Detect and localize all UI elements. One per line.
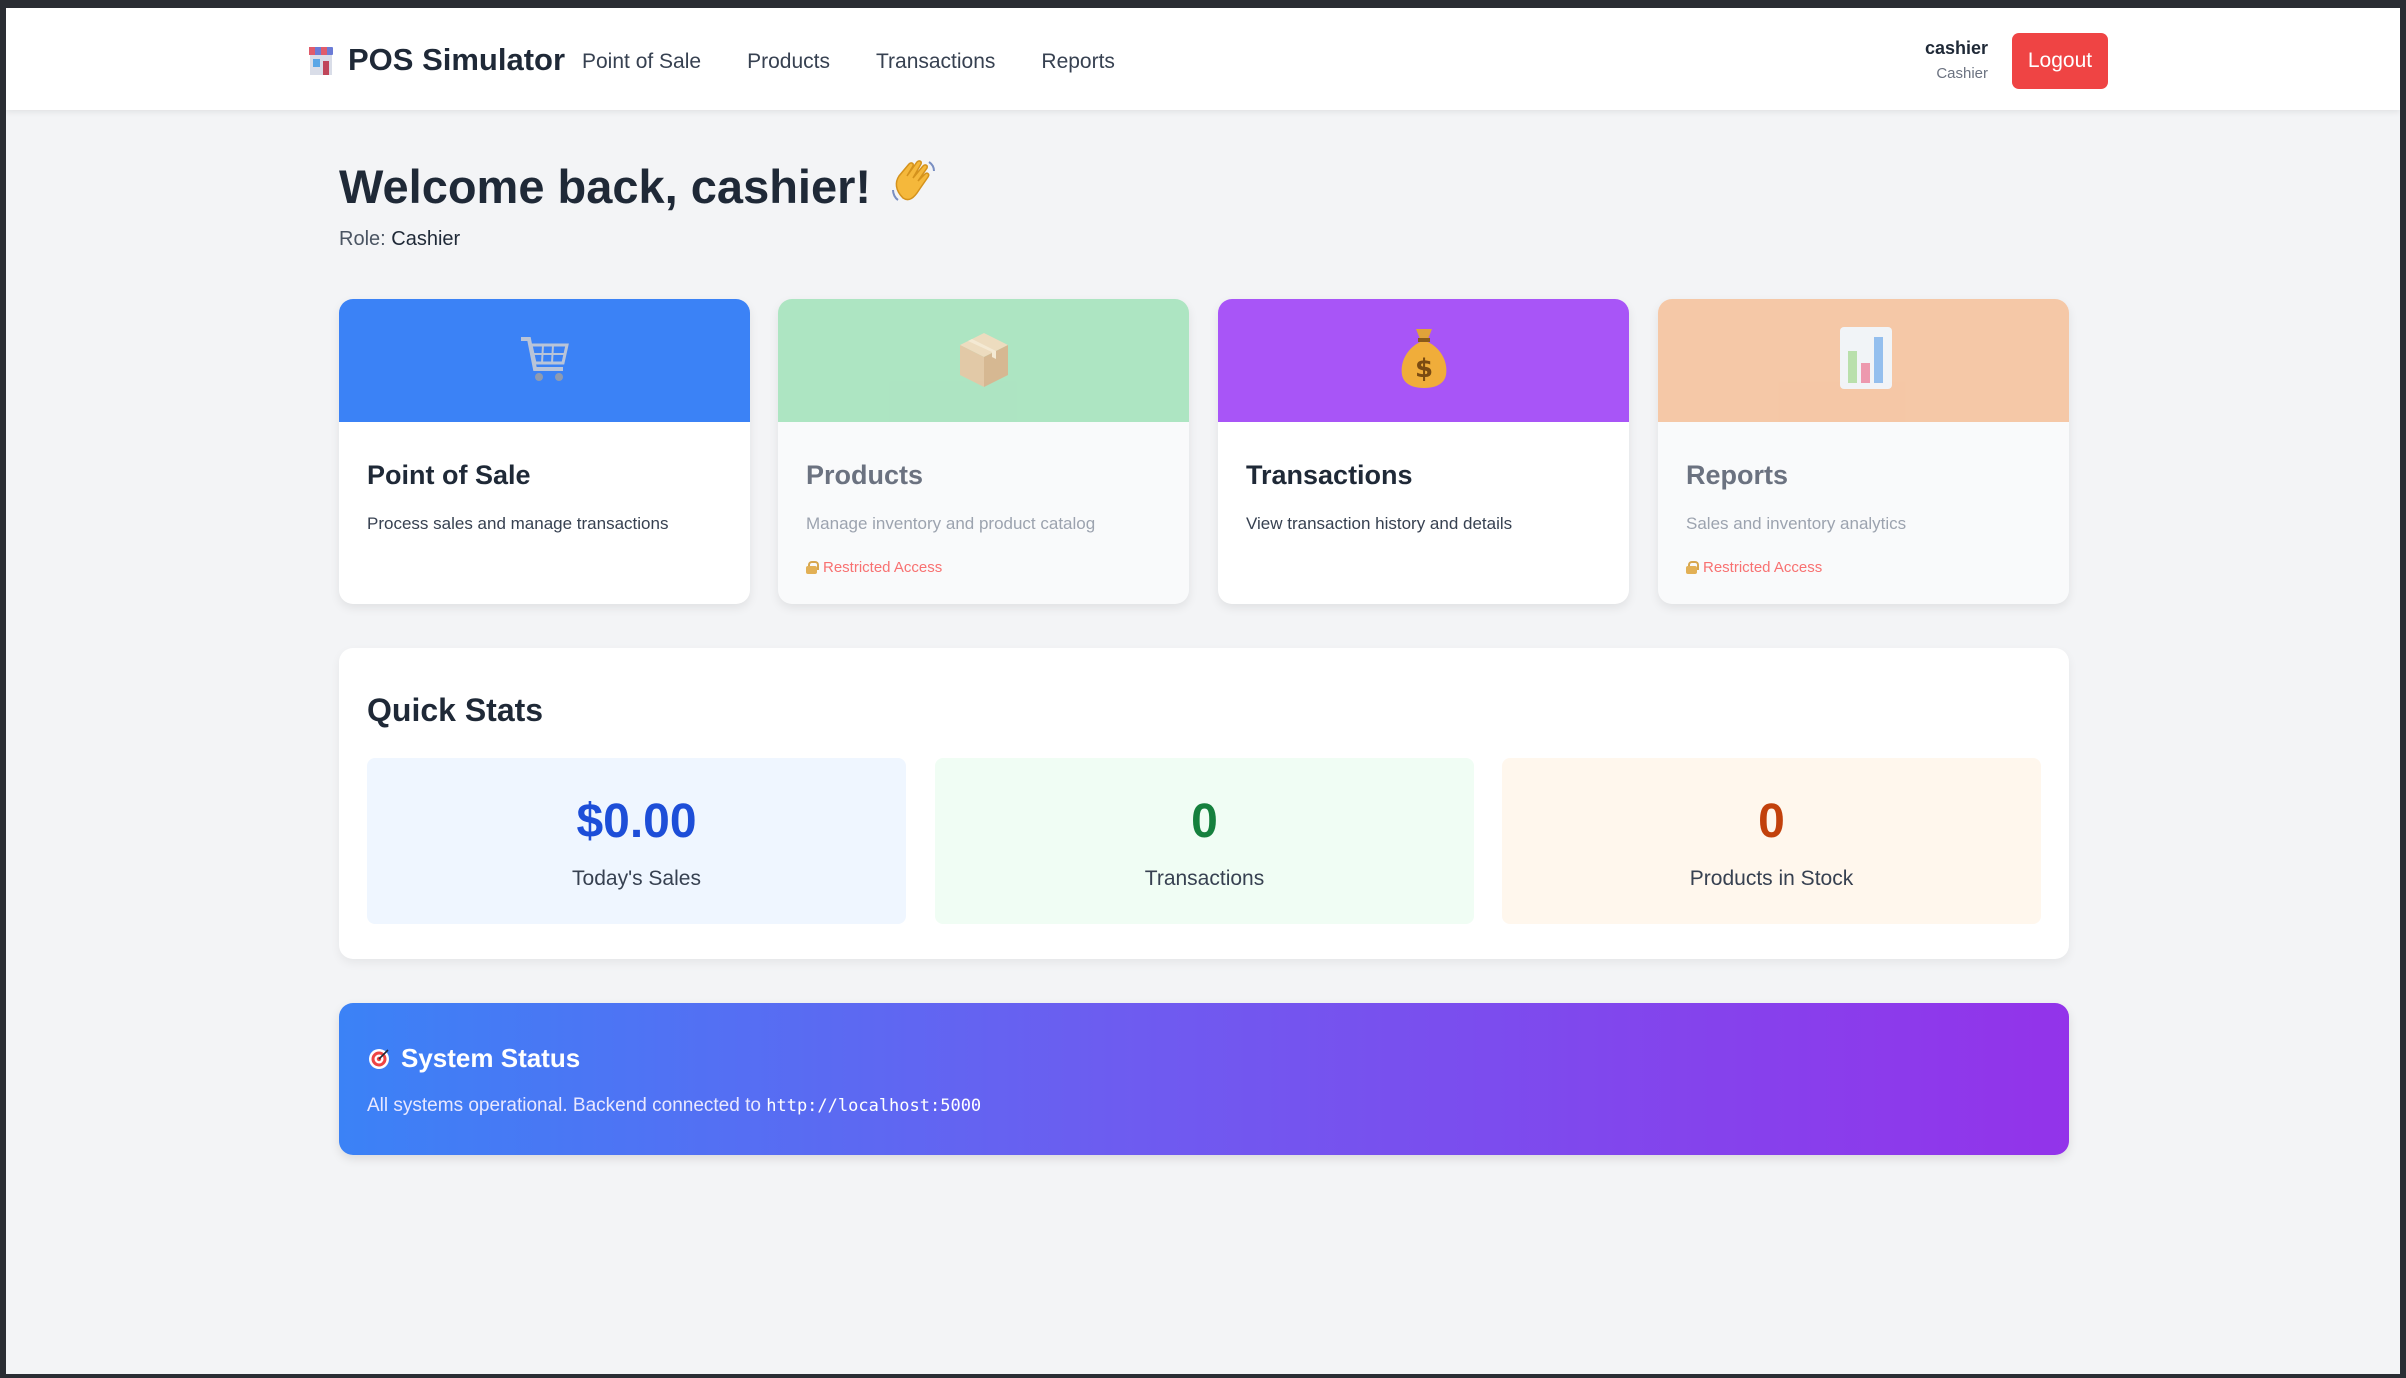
nav-links: Point of Sale Products Transactions Repo…	[582, 50, 1115, 74]
card-reports[interactable]: Reports Sales and inventory analytics Re…	[1658, 299, 2069, 604]
welcome-text: Welcome back, cashier!	[339, 160, 872, 213]
stat-value: $0.00	[576, 795, 697, 848]
brand-name: POS Simulator	[348, 42, 566, 77]
card-description: View transaction history and details	[1246, 514, 1513, 533]
stat-products-in-stock: 0 Products in Stock	[1502, 758, 2041, 924]
user-role: Cashier	[1936, 65, 1988, 82]
backend-url: http://localhost:5000	[766, 1096, 982, 1116]
role-value: Cashier	[391, 228, 461, 250]
system-status-banner: System Status All systems operational. B…	[339, 1003, 2069, 1155]
stat-value: 0	[1191, 795, 1218, 848]
card-title: Products	[806, 460, 924, 490]
brand[interactable]: POS Simulator	[306, 42, 565, 78]
stat-value: 0	[1758, 795, 1785, 848]
top-navbar: POS Simulator Point of Sale Products Tra…	[6, 8, 2400, 110]
bar-chart-icon	[1840, 327, 1892, 389]
system-status-title: System Status	[401, 1043, 581, 1073]
logout-button[interactable]: Logout	[2012, 33, 2108, 89]
target-icon	[369, 1048, 389, 1069]
lock-icon	[1686, 561, 1699, 574]
card-description: Process sales and manage transactions	[367, 514, 669, 533]
quick-stats-title: Quick Stats	[367, 692, 544, 728]
stat-label: Today's Sales	[572, 867, 701, 890]
user-name: cashier	[1924, 38, 1988, 58]
card-description: Sales and inventory analytics	[1686, 514, 1907, 533]
card-title: Point of Sale	[367, 460, 531, 490]
role-line: Role: Cashier	[339, 228, 460, 251]
package-icon	[960, 333, 1008, 387]
store-icon	[306, 43, 336, 77]
restricted-badge: Restricted Access	[1686, 559, 2041, 576]
restricted-label: Restricted Access	[1703, 559, 1823, 576]
nav-transactions[interactable]: Transactions	[876, 50, 995, 74]
card-description: Manage inventory and product catalog	[806, 514, 1096, 533]
card-header	[1658, 299, 2069, 422]
stat-transactions: 0 Transactions	[935, 758, 1474, 924]
card-products[interactable]: Products Manage inventory and product ca…	[778, 299, 1189, 604]
card-header	[778, 299, 1189, 422]
card-point-of-sale[interactable]: Point of Sale Process sales and manage t…	[339, 299, 750, 604]
role-label: Role:	[339, 228, 386, 250]
card-title: Reports	[1686, 460, 1789, 490]
system-status-text: All systems operational. Backend connect…	[367, 1095, 981, 1117]
stat-label: Transactions	[1144, 867, 1265, 890]
card-title: Transactions	[1246, 460, 1413, 490]
nav-products[interactable]: Products	[747, 50, 830, 74]
stat-label: Products in Stock	[1689, 867, 1854, 890]
card-header	[339, 299, 750, 422]
card-header: $	[1218, 299, 1629, 422]
restricted-badge: Restricted Access	[806, 559, 1161, 576]
quick-stats-panel: Quick Stats $0.00 Today's Sales 0 Transa…	[339, 648, 2069, 959]
stat-todays-sales: $0.00 Today's Sales	[367, 758, 906, 924]
nav-reports[interactable]: Reports	[1041, 50, 1115, 74]
user-info: cashier Cashier	[1925, 38, 1988, 82]
system-status-message: All systems operational. Backend connect…	[367, 1095, 761, 1116]
restricted-label: Restricted Access	[823, 559, 943, 576]
nav-point-of-sale[interactable]: Point of Sale	[582, 50, 701, 74]
card-transactions[interactable]: $ Transactions View transaction history …	[1218, 299, 1629, 604]
lock-icon	[806, 561, 819, 574]
waving-hand-icon	[889, 156, 937, 217]
svg-text:$: $	[1415, 354, 1433, 384]
system-status-heading: System Status	[367, 1043, 580, 1074]
welcome-heading: Welcome back, cashier!	[339, 156, 937, 217]
money-bag-icon: $	[1401, 329, 1447, 388]
shopping-cart-icon	[521, 337, 569, 381]
app-window: POS Simulator Point of Sale Products Tra…	[6, 8, 2400, 1374]
